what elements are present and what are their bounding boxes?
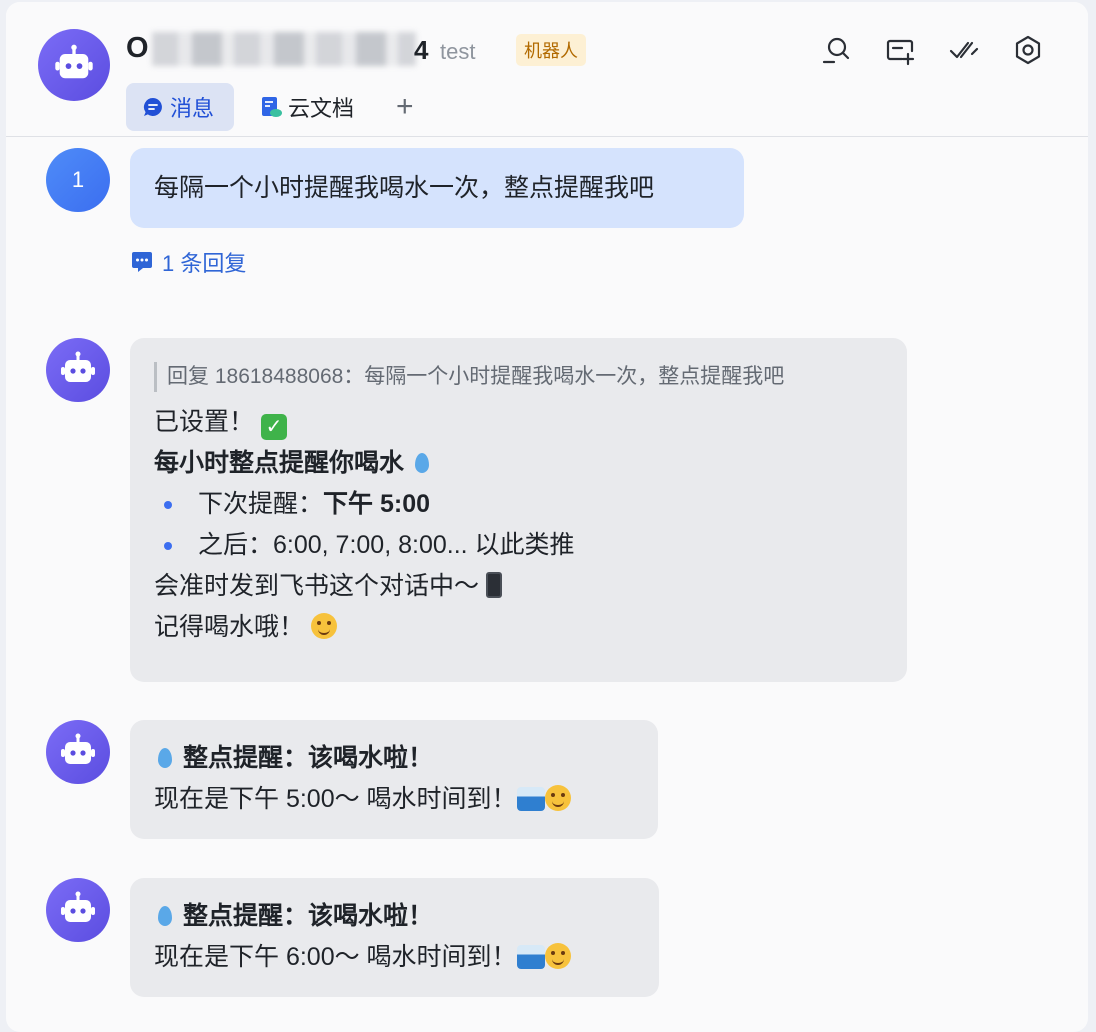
chat-window: O 4 test 机器人 消息 云文档 + 1 每隔一个小时提醒我喝水一次，整点… [6,2,1088,1032]
reminder-body: 现在是下午 5:00～ 喝水时间到！ [154,785,517,813]
chat-avatar[interactable] [38,29,110,101]
create-group-icon [886,39,915,66]
bot-avatar[interactable] [46,338,110,402]
user-message-bubble[interactable]: 每隔一个小时提醒我喝水一次，整点提醒我吧 [130,148,744,228]
delivery-note: 会准时发到飞书这个对话中～ [154,572,480,600]
next-reminder-label: 下次提醒： [198,490,324,518]
bot-avatar[interactable] [46,878,110,942]
chat-header: O 4 test 机器人 消息 云文档 + [6,2,1088,137]
message-line: 现在是下午 6:00～ 喝水时间到！ [154,937,635,978]
bot-message-bubble[interactable]: 整点提醒：该喝水啦！ 现在是下午 6:00～ 喝水时间到！ [130,878,659,997]
wave-emoji-icon [516,945,545,969]
search-button[interactable] [818,32,854,68]
next-reminder-value: 下午 5:00 [323,490,430,518]
smile-emoji-icon [310,613,337,639]
settings-icon [1015,35,1041,65]
message-heading: 每小时整点提醒你喝水 [154,443,883,484]
bot-message-bubble[interactable]: 回复 18618488068：每隔一个小时提醒我喝水一次，整点提醒我吧 已设置！… [130,338,907,682]
droplet-emoji-icon [414,453,429,473]
reminder-heading: 整点提醒：该喝水啦！ [182,902,433,930]
remember-note: 记得喝水哦！ [154,613,305,641]
smile-emoji-icon [544,943,571,969]
tab-messages[interactable]: 消息 [126,83,234,131]
user-avatar[interactable]: 1 [46,148,110,212]
chat-title-initial: O [126,32,149,64]
chat-title-tail: 4 [414,35,429,65]
message-line: 记得喝水哦！ [154,607,883,648]
confirm-text: 已设置！ [154,408,255,436]
tab-messages-label: 消息 [170,96,215,121]
message-line: 已设置！ ✓ [154,402,883,443]
settings-button[interactable] [1010,32,1046,68]
robot-icon [55,44,93,79]
mark-read-icon [949,41,979,59]
robot-icon [61,351,95,382]
smile-emoji-icon [544,785,571,811]
thread-replies-link[interactable]: 1 条回复 [130,246,246,278]
reminder-body: 现在是下午 6:00～ 喝水时间到！ [154,943,517,971]
message-heading: 整点提醒：该喝水啦！ [154,896,635,937]
thread-replies-label: 1 条回复 [162,251,247,276]
cloud-doc-icon [262,97,282,117]
thread-reply-icon [132,252,152,272]
reminder-heading: 每小时整点提醒你喝水 [154,449,405,477]
chat-subtitle: test [440,39,476,64]
subsequent-times: 之后：6:00, 7:00, 8:00... 以此类推 [198,531,575,559]
bot-badge: 机器人 [516,34,586,66]
bullet-item: 之后：6:00, 7:00, 8:00... 以此类推 [154,525,883,566]
message-line: 现在是下午 5:00～ 喝水时间到！ [154,779,634,820]
mark-read-button[interactable] [946,32,982,68]
redacted-name [152,32,416,66]
droplet-emoji-icon [158,748,172,768]
wave-emoji-icon [516,787,545,811]
add-tab-button[interactable]: + [396,91,414,123]
quoted-reply: 回复 18618488068：每隔一个小时提醒我喝水一次，整点提醒我吧 [154,362,883,392]
bullet-item: 下次提醒：下午 5:00 [154,484,883,525]
check-emoji-icon: ✓ [260,414,287,440]
search-icon [822,37,850,64]
message-heading: 整点提醒：该喝水啦！ [154,738,634,779]
phone-emoji-icon [485,572,502,598]
message-icon [143,97,162,116]
robot-icon [61,891,95,922]
create-group-button[interactable] [882,32,918,68]
tab-cloud-docs-label: 云文档 [288,96,355,121]
tab-cloud-docs[interactable]: 云文档 [256,83,366,131]
bot-message-bubble[interactable]: 整点提醒：该喝水啦！ 现在是下午 5:00～ 喝水时间到！ [130,720,658,839]
droplet-emoji-icon [158,906,172,926]
message-line: 会准时发到飞书这个对话中～ [154,566,883,607]
user-message-text: 每隔一个小时提醒我喝水一次，整点提醒我吧 [154,173,655,202]
robot-icon [61,733,95,764]
reminder-heading: 整点提醒：该喝水啦！ [182,744,433,772]
bot-avatar[interactable] [46,720,110,784]
